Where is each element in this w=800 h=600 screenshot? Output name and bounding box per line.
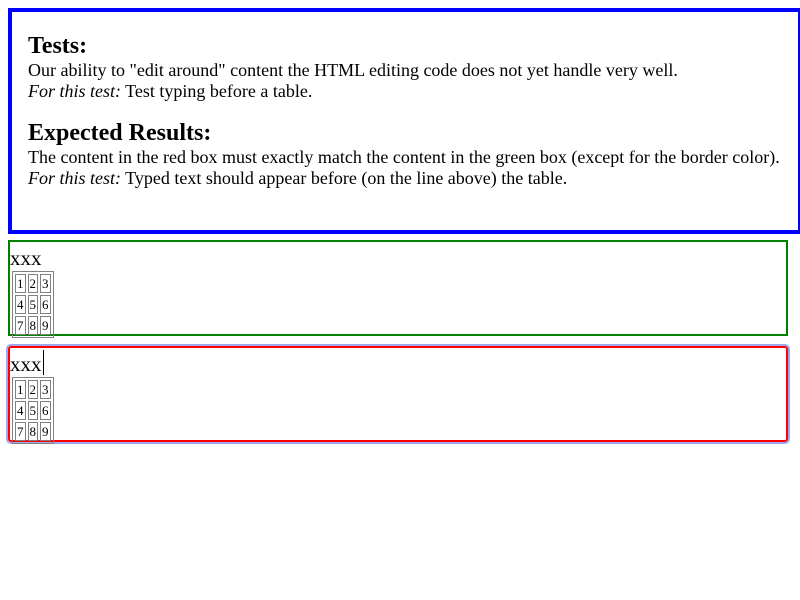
table-cell: 1	[15, 274, 26, 293]
test-editable-box[interactable]: xxx 1 2 3 4 5 6 7 8 9	[6, 344, 790, 444]
expected-table: 1 2 3 4 5 6 7 8 9	[12, 271, 54, 338]
table-cell: 9	[40, 316, 51, 335]
table-cell[interactable]: 6	[40, 401, 51, 420]
test-typed-text[interactable]: xxx	[10, 352, 42, 376]
table-cell[interactable]: 3	[40, 380, 51, 399]
tests-description: Our ability to "edit around" content the…	[28, 60, 792, 81]
expected-typed-text: xxx	[10, 246, 42, 270]
table-cell[interactable]: 4	[15, 401, 26, 420]
tests-detail-line: For this test: Test typing before a tabl…	[28, 81, 792, 102]
table-row: 7 8 9	[15, 316, 51, 335]
expected-description: The content in the red box must exactly …	[28, 147, 792, 168]
table-cell: 8	[27, 316, 38, 335]
table-row: 1 2 3	[15, 274, 51, 293]
table-row: 4 5 6	[15, 401, 51, 420]
table-cell[interactable]: 2	[27, 380, 38, 399]
test-table[interactable]: 1 2 3 4 5 6 7 8 9	[12, 377, 54, 444]
expected-detail: Typed text should appear before (on the …	[121, 168, 568, 188]
table-cell: 5	[27, 295, 38, 314]
tests-text: Our ability to "edit around" content the…	[28, 60, 678, 80]
expected-text: The content in the red box must exactly …	[28, 147, 780, 167]
table-cell[interactable]: 9	[40, 422, 51, 441]
table-cell[interactable]: 8	[27, 422, 38, 441]
explanation-panel: Tests: Our ability to "edit around" cont…	[8, 8, 800, 234]
table-cell: 6	[40, 295, 51, 314]
table-cell: 7	[15, 316, 26, 335]
expected-result-box: xxx 1 2 3 4 5 6 7 8 9	[8, 240, 788, 338]
table-cell[interactable]: 1	[15, 380, 26, 399]
table-cell: 2	[27, 274, 38, 293]
table-cell: 3	[40, 274, 51, 293]
for-this-test-label: For this test:	[28, 81, 121, 101]
table-cell[interactable]: 5	[27, 401, 38, 420]
tests-heading: Tests:	[28, 33, 88, 59]
table-row: 7 8 9	[15, 422, 51, 441]
text-caret	[42, 350, 44, 375]
table-cell: 4	[15, 295, 26, 314]
table-row: 1 2 3	[15, 380, 51, 399]
table-row: 4 5 6	[15, 295, 51, 314]
tests-detail: Test typing before a table.	[121, 81, 313, 101]
expected-detail-line: For this test: Typed text should appear …	[28, 168, 792, 189]
for-this-test-label-2: For this test:	[28, 168, 121, 188]
table-cell[interactable]: 7	[15, 422, 26, 441]
expected-results-heading: Expected Results:	[28, 120, 212, 146]
